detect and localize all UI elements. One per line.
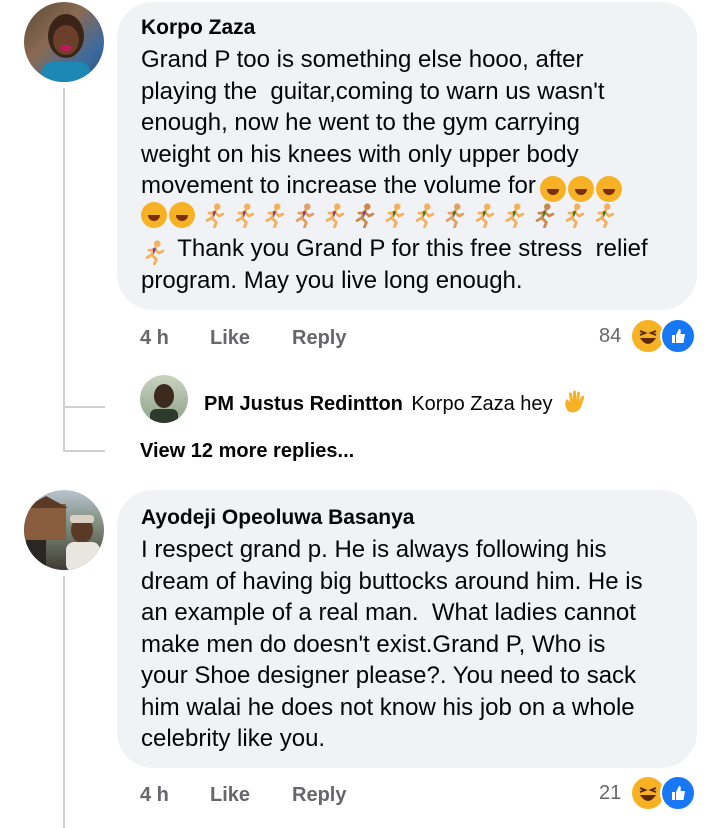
thread-line [63, 450, 105, 452]
runner-emoji-icon [566, 202, 585, 228]
laughing-emoji-icon [568, 175, 595, 202]
comment-text-line: movement to increase the volume for [141, 172, 536, 199]
runner-emoji-icon [356, 202, 375, 228]
runner-emoji-icon [145, 240, 165, 265]
runner-emoji-icon [326, 202, 345, 228]
like-icon [660, 318, 696, 354]
comment-text-line: Grand P too is something else hooo, afte… [141, 46, 584, 73]
comment-text-line: weight on his knees with only upper body [141, 140, 579, 168]
laughing-emoji-icon [169, 201, 195, 228]
runner-emoji-icon [476, 202, 495, 228]
runner-emoji-icon [506, 202, 525, 228]
comment-text-line: Thank you Grand P for this free stress r… [171, 235, 648, 262]
emoji-line [141, 201, 679, 234]
runner-emoji-icon [416, 202, 435, 228]
avatar-photo [42, 14, 90, 82]
comment-text-line: playing the guitar,coming to warn us was… [141, 77, 605, 105]
reaction-count[interactable]: 21 [599, 782, 621, 805]
comment-bubble: Korpo Zaza Grand P too is something else… [117, 2, 697, 310]
laughing-emoji-icon [596, 175, 623, 202]
like-button[interactable]: Like [210, 784, 250, 807]
thread-line [63, 408, 65, 452]
laughing-emoji-icon [540, 175, 567, 202]
thread-line [63, 576, 65, 828]
comment-timestamp[interactable]: 4 h [140, 327, 169, 350]
laughing-emoji-group [540, 175, 624, 202]
view-more-replies-link[interactable]: View 12 more replies... [140, 440, 354, 463]
thread-line [63, 406, 105, 408]
avatar[interactable] [24, 490, 104, 570]
avatar[interactable] [24, 2, 104, 82]
reply-avatar[interactable] [140, 375, 188, 423]
comment-text-line: enough, now he went to the gym carrying [141, 109, 580, 136]
comment-bubble: Ayodeji Opeoluwa Basanya I respect grand… [117, 490, 697, 768]
runner-emoji-icon [596, 202, 615, 228]
waving-hand-icon [565, 390, 585, 413]
like-icon [660, 775, 696, 811]
reply-button[interactable]: Reply [292, 327, 346, 350]
runner-emoji-icon [236, 202, 255, 228]
comment-author[interactable]: Korpo Zaza [141, 16, 679, 40]
runner-emoji-icon [446, 202, 465, 228]
comment-author[interactable]: Ayodeji Opeoluwa Basanya [141, 506, 679, 530]
comment-text-line: program. May you live long enough. [141, 266, 523, 294]
comment-text: I respect grand p. He is always followin… [141, 536, 643, 752]
reply-button[interactable]: Reply [292, 784, 346, 807]
runner-emoji-icon [206, 202, 225, 228]
runner-emoji-icon [536, 202, 555, 228]
like-button[interactable]: Like [210, 327, 250, 350]
thread-line [63, 88, 65, 408]
runner-emoji-icon [296, 202, 315, 228]
laughing-emoji-icon [141, 201, 167, 228]
reply-author[interactable]: PM Justus Redintton [204, 393, 403, 415]
runner-emoji-icon [266, 202, 285, 228]
reaction-count[interactable]: 84 [599, 325, 621, 348]
comment-timestamp[interactable]: 4 h [140, 784, 169, 807]
reply-preview[interactable]: PM Justus Redintton Korpo Zaza hey [204, 389, 587, 416]
reply-text: Korpo Zaza hey [411, 393, 553, 415]
runner-emoji-icon [386, 202, 405, 228]
